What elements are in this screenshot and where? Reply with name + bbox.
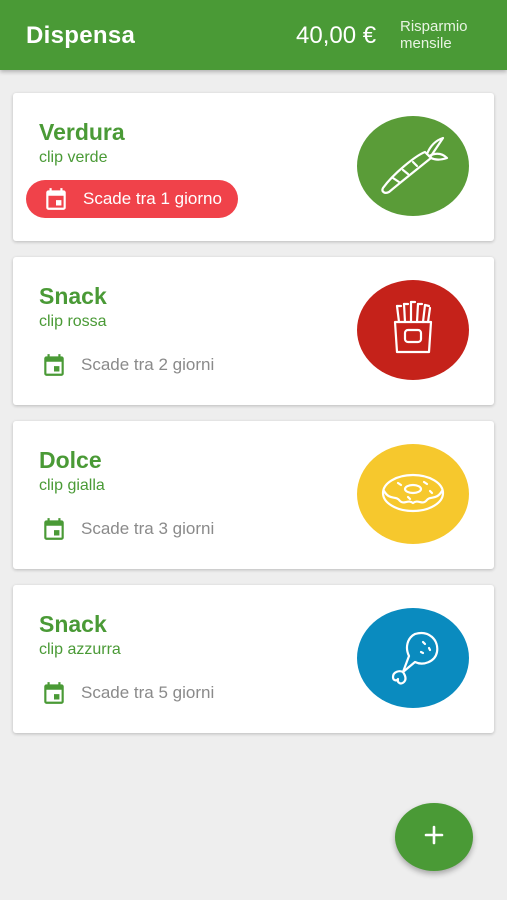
item-category: Dolce xyxy=(39,447,102,473)
item-category: Verdura xyxy=(39,119,125,145)
fries-icon xyxy=(381,296,445,365)
calendar-icon xyxy=(43,186,69,212)
item-clip: clip gialla xyxy=(39,477,105,494)
item-clip: clip verde xyxy=(39,149,108,166)
category-image xyxy=(357,444,469,544)
chicken-leg-icon xyxy=(381,624,445,693)
expiry-text: Scade tra 2 giorni xyxy=(81,355,215,374)
category-image xyxy=(357,280,469,380)
expiry-badge-urgent: Scade tra 1 giorno xyxy=(26,180,238,218)
pantry-item-card[interactable]: Snack clip azzurra Scade tra 5 giorni xyxy=(13,585,494,733)
pantry-item-card[interactable]: Verdura clip verde Scade tra 1 giorno xyxy=(13,93,494,241)
item-category: Snack xyxy=(39,611,107,637)
expiry-info: Scade tra 3 giorni xyxy=(41,515,214,543)
monthly-savings-amount: 40,00 € xyxy=(296,22,377,49)
plus-icon xyxy=(423,824,445,851)
item-clip: clip rossa xyxy=(39,313,107,330)
expiry-text: Scade tra 3 giorni xyxy=(81,519,215,538)
expiry-info: Scade tra 5 giorni xyxy=(41,679,214,707)
item-category: Snack xyxy=(39,283,107,309)
calendar-icon xyxy=(41,516,67,542)
add-item-button[interactable] xyxy=(395,803,473,871)
donut-icon xyxy=(378,467,448,522)
category-image xyxy=(357,608,469,708)
calendar-icon xyxy=(41,680,67,706)
expiry-info: Scade tra 2 giorni xyxy=(41,351,214,379)
carrot-icon xyxy=(375,132,451,201)
monthly-savings-label: Risparmio mensile xyxy=(400,18,500,52)
app-title: Dispensa xyxy=(26,22,136,49)
app-bar: Dispensa 40,00 € Risparmio mensile xyxy=(0,0,507,70)
pantry-item-card[interactable]: Snack clip rossa Scade tra 2 giorni xyxy=(13,257,494,405)
savings-label-line2: mensile xyxy=(400,35,452,52)
pantry-item-card[interactable]: Dolce clip gialla Scade tra 3 giorni xyxy=(13,421,494,569)
category-image xyxy=(357,116,469,216)
expiry-text: Scade tra 5 giorni xyxy=(81,683,215,702)
calendar-icon xyxy=(41,352,67,378)
savings-label-line1: Risparmio xyxy=(400,18,468,35)
expiry-text: Scade tra 1 giorno xyxy=(83,189,222,208)
item-clip: clip azzurra xyxy=(39,641,121,658)
